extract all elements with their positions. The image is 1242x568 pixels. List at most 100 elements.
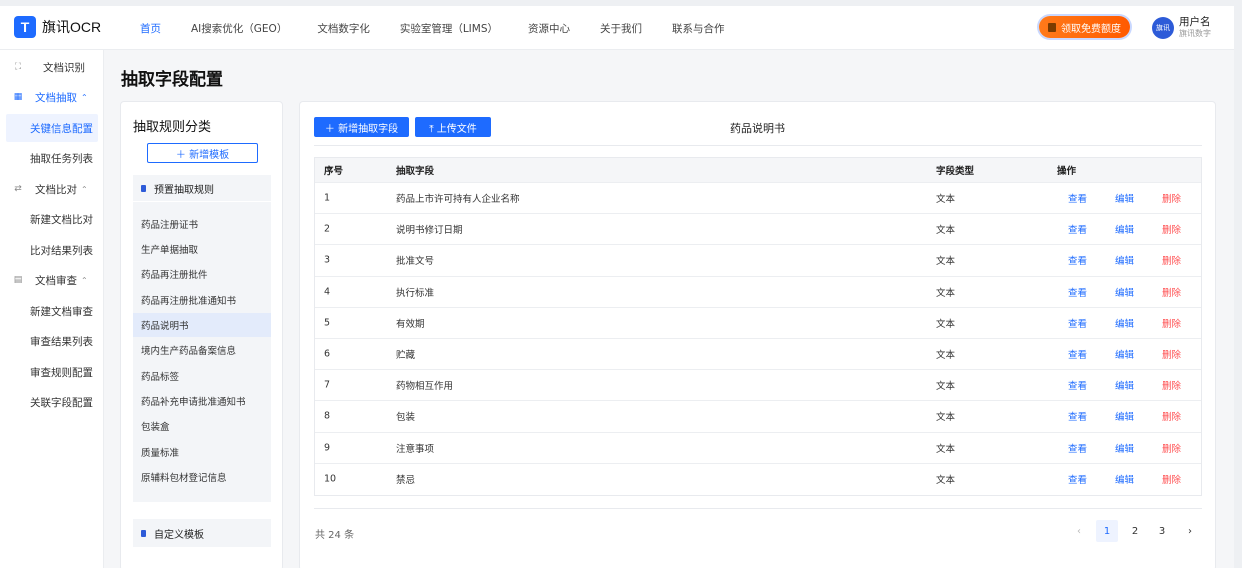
list-item-active[interactable]: 药品说明书 <box>133 313 271 337</box>
list-item[interactable]: 药品标签 <box>133 364 271 388</box>
nav-link-home[interactable]: 首页 <box>140 21 161 36</box>
row-type: 文本 <box>936 318 956 330</box>
prev-page-button[interactable]: ‹ <box>1068 520 1090 542</box>
nav-link-geo[interactable]: AI搜索优化（GEO） <box>191 21 287 36</box>
row-index: 9 <box>324 442 331 454</box>
list-item[interactable]: 药品再注册批件 <box>133 262 271 286</box>
page-button-3[interactable]: 3 <box>1151 520 1173 542</box>
edit-link[interactable]: 编辑 <box>1115 316 1134 330</box>
list-item[interactable]: 包装盒 <box>133 414 271 438</box>
sidebar-item-related-fields[interactable]: 关联字段配置 <box>6 388 98 416</box>
view-link[interactable]: 查看 <box>1068 285 1087 299</box>
table-row: 8 包装 文本 查看 编辑 删除 <box>315 401 1201 433</box>
table-row: 2 说明书修订日期 文本 查看 编辑 删除 <box>315 214 1201 246</box>
avatar[interactable]: 旗讯 <box>1152 17 1174 39</box>
list-item[interactable]: 质量标准 <box>133 440 271 464</box>
sidebar-item-doc-review[interactable]: ▤ 文档审查 ⌃ <box>0 267 104 293</box>
sidebar-item-label: 文档识别 <box>43 61 85 74</box>
view-link[interactable]: 查看 <box>1068 316 1087 330</box>
page-button-1[interactable]: 1 <box>1096 520 1118 542</box>
sidebar-item-review-results[interactable]: 审查结果列表 <box>6 327 98 355</box>
row-type: 文本 <box>936 381 956 393</box>
sidebar-item-review-rules[interactable]: 审查规则配置 <box>6 358 98 386</box>
delete-link[interactable]: 删除 <box>1162 316 1181 330</box>
row-field: 批准文号 <box>396 256 435 268</box>
sidebar-item-new-compare[interactable]: 新建文档比对 <box>6 205 98 233</box>
view-link[interactable]: 查看 <box>1068 347 1087 361</box>
nav-link-about[interactable]: 关于我们 <box>600 21 642 36</box>
custom-template-section[interactable]: 自定义模板 <box>133 519 271 547</box>
delete-link[interactable]: 删除 <box>1162 285 1181 299</box>
row-type: 文本 <box>936 256 956 268</box>
add-field-button[interactable]: ＋ 新增抽取字段 <box>314 117 409 137</box>
nav-link-digitization[interactable]: 文档数字化 <box>317 21 370 36</box>
edit-link[interactable]: 编辑 <box>1115 472 1134 486</box>
row-index: 8 <box>324 410 331 422</box>
edit-link[interactable]: 编辑 <box>1115 409 1134 423</box>
free-quota-button[interactable]: 领取免费额度 <box>1039 16 1130 38</box>
nav-link-resources[interactable]: 资源中心 <box>528 21 570 36</box>
nav-link-contact[interactable]: 联系与合作 <box>672 21 725 36</box>
view-link[interactable]: 查看 <box>1068 378 1087 392</box>
sidebar-item-key-info-config[interactable]: 关键信息配置 <box>6 114 98 142</box>
preset-rules-list: 药品注册证书 生产单据抽取 药品再注册批件 药品再注册批准通知书 药品说明书 境… <box>133 202 271 502</box>
view-link[interactable]: 查看 <box>1068 409 1087 423</box>
row-type: 文本 <box>936 475 956 487</box>
view-link[interactable]: 查看 <box>1068 191 1087 205</box>
sidebar-item-extract-task-list[interactable]: 抽取任务列表 <box>6 144 98 172</box>
row-index: 4 <box>324 286 331 298</box>
table-row: 9 注意事项 文本 查看 编辑 删除 <box>315 433 1201 464</box>
sidebar-item-new-review[interactable]: 新建文档审查 <box>6 297 98 325</box>
preset-rules-section[interactable]: 预置抽取规则 <box>133 175 271 201</box>
edit-link[interactable]: 编辑 <box>1115 347 1134 361</box>
list-item[interactable]: 药品补充申请批准通知书 <box>133 389 271 413</box>
edit-link[interactable]: 编辑 <box>1115 441 1134 455</box>
view-link[interactable]: 查看 <box>1068 253 1087 267</box>
scrollbar[interactable] <box>1234 0 1242 568</box>
list-item[interactable]: 药品注册证书 <box>133 212 271 236</box>
table-row: 1 药品上市许可持有人企业名称 文本 查看 编辑 删除 <box>315 183 1201 215</box>
user-info[interactable]: 用户名 旗讯数字 <box>1179 17 1211 39</box>
delete-link[interactable]: 删除 <box>1162 253 1181 267</box>
upload-file-button[interactable]: ⤒ 上传文件 <box>415 117 491 137</box>
row-field: 药物相互作用 <box>396 381 454 393</box>
delete-link[interactable]: 删除 <box>1162 191 1181 205</box>
edit-link[interactable]: 编辑 <box>1115 378 1134 392</box>
logo[interactable]: T 旗讯OCR <box>14 16 101 38</box>
user-org: 旗讯数字 <box>1179 29 1211 38</box>
divider <box>314 508 1202 509</box>
edit-link[interactable]: 编辑 <box>1115 222 1134 236</box>
add-template-button[interactable]: ＋ 新增模板 <box>147 143 258 163</box>
free-quota-label: 领取免费额度 <box>1061 23 1121 35</box>
edit-link[interactable]: 编辑 <box>1115 285 1134 299</box>
next-page-button[interactable]: › <box>1179 520 1201 542</box>
chevron-up-icon: ⌃ <box>81 275 88 285</box>
delete-link[interactable]: 删除 <box>1162 378 1181 392</box>
delete-link[interactable]: 删除 <box>1162 347 1181 361</box>
row-index: 6 <box>324 348 331 360</box>
page-title: 抽取字段配置 <box>121 70 223 90</box>
row-type: 文本 <box>936 225 956 237</box>
list-item[interactable]: 药品再注册批准通知书 <box>133 288 271 312</box>
delete-link[interactable]: 删除 <box>1162 409 1181 423</box>
sidebar-item-doc-extract[interactable]: ▦ 文档抽取 ⌃ <box>0 84 104 110</box>
list-item[interactable]: 境内生产药品备案信息 <box>133 338 271 362</box>
delete-link[interactable]: 删除 <box>1162 472 1181 486</box>
list-item[interactable]: 原辅料包材登记信息 <box>133 465 271 489</box>
delete-link[interactable]: 删除 <box>1162 441 1181 455</box>
view-link[interactable]: 查看 <box>1068 222 1087 236</box>
header-type: 字段类型 <box>936 166 975 177</box>
sidebar-item-doc-compare[interactable]: ⇄ 文档比对 ⌃ <box>0 176 104 202</box>
edit-link[interactable]: 编辑 <box>1115 191 1134 205</box>
edit-link[interactable]: 编辑 <box>1115 253 1134 267</box>
list-item[interactable]: 生产单据抽取 <box>133 237 271 261</box>
view-link[interactable]: 查看 <box>1068 441 1087 455</box>
delete-link[interactable]: 删除 <box>1162 222 1181 236</box>
page-button-2[interactable]: 2 <box>1124 520 1146 542</box>
nav-link-lims[interactable]: 实验室管理（LIMS） <box>400 21 498 36</box>
user-name: 用户名 <box>1179 16 1211 28</box>
sidebar-item-doc-recognition[interactable]: ⛶ 文档识别 <box>0 54 104 80</box>
sidebar-item-compare-results[interactable]: 比对结果列表 <box>6 236 98 264</box>
view-link[interactable]: 查看 <box>1068 472 1087 486</box>
document-icon: ▤ <box>13 275 23 285</box>
